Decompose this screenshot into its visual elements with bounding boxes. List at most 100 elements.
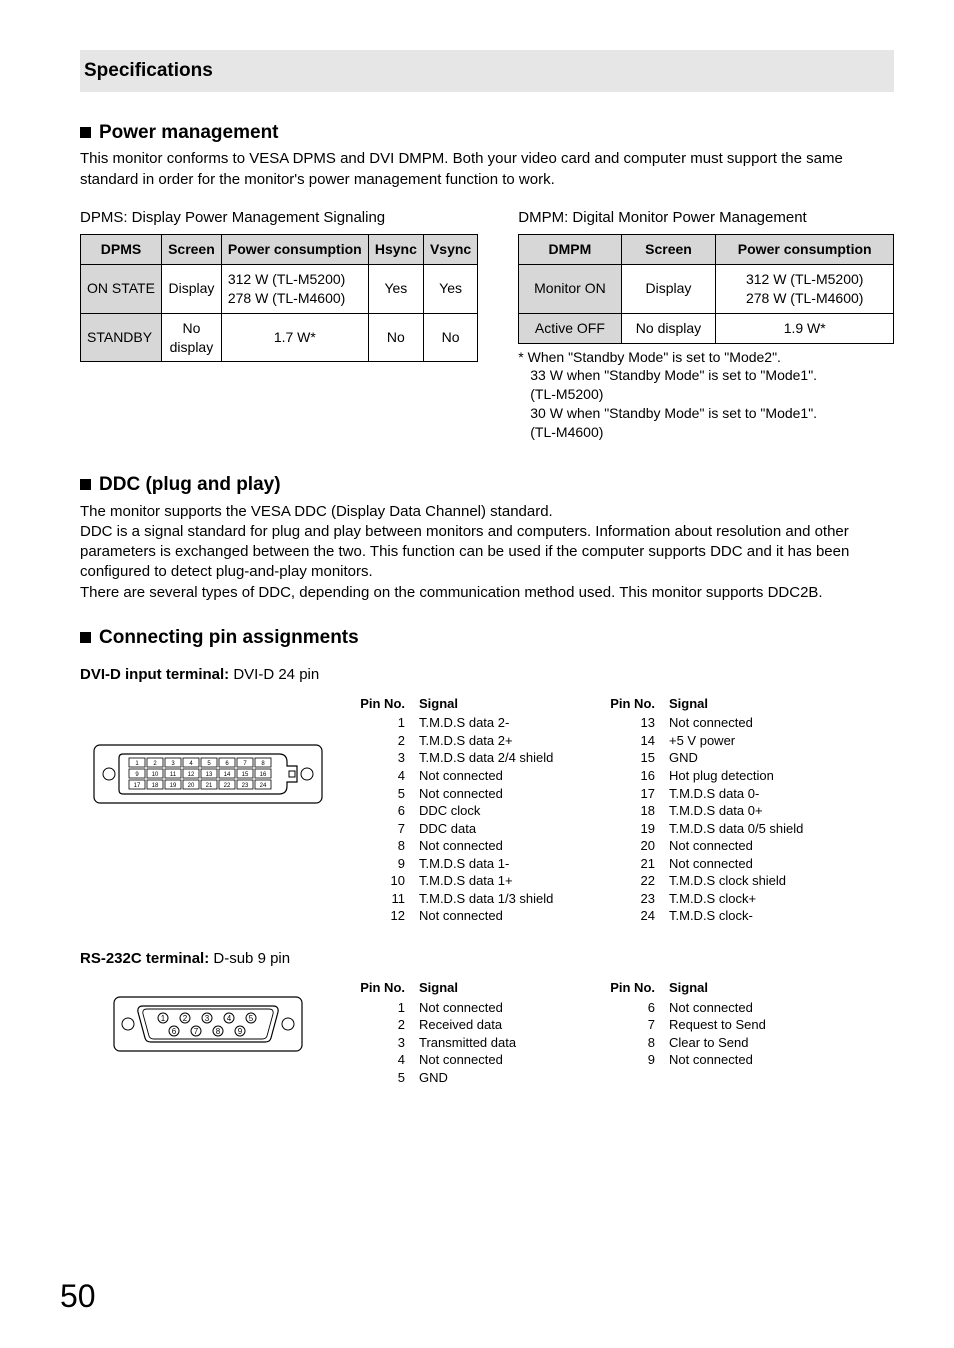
- pin-signal: Not connected: [669, 1051, 817, 1069]
- svg-text:7: 7: [243, 761, 247, 767]
- dmpm-r1-name: Active OFF: [519, 313, 621, 343]
- pin-number: 12: [357, 907, 419, 925]
- ddc-p2: DDC is a signal standard for plug and pl…: [80, 522, 894, 583]
- col-head-sig: Signal: [669, 695, 817, 713]
- pin-row: 16Hot plug detection: [607, 767, 817, 785]
- col-head-sig: Signal: [419, 979, 567, 997]
- dpms-r1-hsync: No: [368, 313, 423, 362]
- pin-signal: T.M.D.S data 1+: [419, 872, 567, 890]
- table-row: STANDBY No display 1.7 W* No No: [81, 313, 478, 362]
- pin-number: 15: [607, 749, 669, 767]
- pin-row: 8Not connected: [357, 837, 567, 855]
- pin-signal: T.M.D.S data 2+: [419, 732, 567, 750]
- pin-row: 12Not connected: [357, 907, 567, 925]
- rs232c-label-bold: RS-232C terminal:: [80, 950, 209, 967]
- svg-text:11: 11: [169, 772, 176, 778]
- pin-number: 3: [357, 749, 419, 767]
- pin-signal: T.M.D.S data 0+: [669, 802, 817, 820]
- dmpm-table: DMPM Screen Power consumption Monitor ON…: [518, 234, 894, 344]
- pin-row: 3Transmitted data: [357, 1034, 567, 1052]
- pin-signal: T.M.D.S data 1/3 shield: [419, 890, 567, 908]
- pin-number: 19: [607, 820, 669, 838]
- pin-row: 21Not connected: [607, 855, 817, 873]
- dvi-label: DVI-D input terminal: DVI-D 24 pin: [80, 665, 894, 685]
- dmpm-r1-power: 1.9 W*: [716, 313, 894, 343]
- pin-number: 6: [357, 802, 419, 820]
- table-row: Active OFF No display 1.9 W*: [519, 313, 894, 343]
- dpms-h2: Power consumption: [221, 235, 368, 265]
- dpms-h1: Screen: [162, 235, 222, 265]
- col-head-sig: Signal: [669, 979, 817, 997]
- dvi-label-rest: DVI-D 24 pin: [229, 666, 319, 683]
- pin-number: 8: [357, 837, 419, 855]
- pin-signal: Clear to Send: [669, 1034, 817, 1052]
- pin-signal: T.M.D.S clock+: [669, 890, 817, 908]
- pin-row: 9Not connected: [607, 1051, 817, 1069]
- pin-signal: T.M.D.S clock shield: [669, 872, 817, 890]
- dpms-table: DPMS Screen Power consumption Hsync Vsyn…: [80, 234, 478, 362]
- pin-number: 9: [357, 855, 419, 873]
- dpms-r1-sl2: display: [170, 339, 214, 355]
- pin-row: 15GND: [607, 749, 817, 767]
- svg-text:8: 8: [215, 1027, 220, 1036]
- dmpm-footnotes: * When "Standby Mode" is set to "Mode2".…: [518, 348, 894, 442]
- svg-text:3: 3: [171, 761, 175, 767]
- rs232c-pin-lists: Pin No.Signal 1Not connected2Received da…: [357, 979, 894, 1086]
- dpms-caption: DPMS: Display Power Management Signaling: [80, 208, 478, 228]
- pin-number: 14: [607, 732, 669, 750]
- dpms-h3: Hsync: [368, 235, 423, 265]
- pin-row: 14+5 V power: [607, 732, 817, 750]
- dpms-r1-vsync: No: [423, 313, 477, 362]
- svg-text:9: 9: [135, 772, 139, 778]
- dvi-pin-section: 12345678 910111213141516 171819202122232…: [80, 695, 894, 925]
- pin-number: 16: [607, 767, 669, 785]
- pin-signal: Not connected: [419, 767, 567, 785]
- dpms-col: DPMS: Display Power Management Signaling…: [80, 202, 478, 363]
- dmpm-r0-power: 312 W (TL-M5200) 278 W (TL-M4600): [716, 264, 894, 313]
- rs232c-label: RS-232C terminal: D-sub 9 pin: [80, 949, 894, 969]
- pin-row: 4Not connected: [357, 767, 567, 785]
- power-management-block: Power management This monitor conforms t…: [80, 120, 894, 442]
- dvi-connector-icon: 12345678 910111213141516 171819202122232…: [93, 744, 323, 804]
- pin-number: 5: [357, 1069, 419, 1087]
- pin-row: 6DDC clock: [357, 802, 567, 820]
- pin-number: 1: [357, 999, 419, 1017]
- pin-signal: GND: [669, 749, 817, 767]
- pin-row: 5GND: [357, 1069, 567, 1087]
- svg-text:15: 15: [241, 772, 248, 778]
- pin-row: 20Not connected: [607, 837, 817, 855]
- svg-text:2: 2: [182, 1014, 187, 1023]
- dpms-r0-vsync: Yes: [423, 264, 477, 313]
- svg-text:6: 6: [225, 761, 229, 767]
- ddc-block: DDC (plug and play) The monitor supports…: [80, 472, 894, 603]
- pin-number: 23: [607, 890, 669, 908]
- heading-connecting: Connecting pin assignments: [80, 625, 894, 651]
- pin-row: 1T.M.D.S data 2-: [357, 714, 567, 732]
- svg-text:21: 21: [205, 783, 212, 789]
- svg-text:3: 3: [204, 1014, 209, 1023]
- svg-text:5: 5: [248, 1014, 253, 1023]
- dmpm-r0-pl2: 278 W (TL-M4600): [746, 290, 863, 306]
- pin-row: 3T.M.D.S data 2/4 shield: [357, 749, 567, 767]
- pin-row: 11T.M.D.S data 1/3 shield: [357, 890, 567, 908]
- pin-number: 2: [357, 1016, 419, 1034]
- dvi-left-col: Pin No.Signal 1T.M.D.S data 2-2T.M.D.S d…: [357, 695, 567, 925]
- pin-signal: T.M.D.S clock-: [669, 907, 817, 925]
- pin-number: 20: [607, 837, 669, 855]
- pin-row: 7Request to Send: [607, 1016, 817, 1034]
- dpms-r0-screen: Display: [162, 264, 222, 313]
- svg-text:16: 16: [259, 772, 266, 778]
- svg-text:23: 23: [241, 783, 248, 789]
- heading-text: DDC (plug and play): [99, 472, 281, 498]
- svg-text:24: 24: [259, 783, 266, 789]
- pin-signal: Not connected: [419, 1051, 567, 1069]
- pin-row: 5Not connected: [357, 785, 567, 803]
- pin-signal: Request to Send: [669, 1016, 817, 1034]
- dvi-pin-lists: Pin No.Signal 1T.M.D.S data 2-2T.M.D.S d…: [357, 695, 894, 925]
- pin-number: 4: [357, 1051, 419, 1069]
- pin-signal: Hot plug detection: [669, 767, 817, 785]
- pin-signal: Not connected: [669, 999, 817, 1017]
- pin-number: 22: [607, 872, 669, 890]
- col-head-sig: Signal: [419, 695, 567, 713]
- col-head-pin: Pin No.: [357, 979, 419, 997]
